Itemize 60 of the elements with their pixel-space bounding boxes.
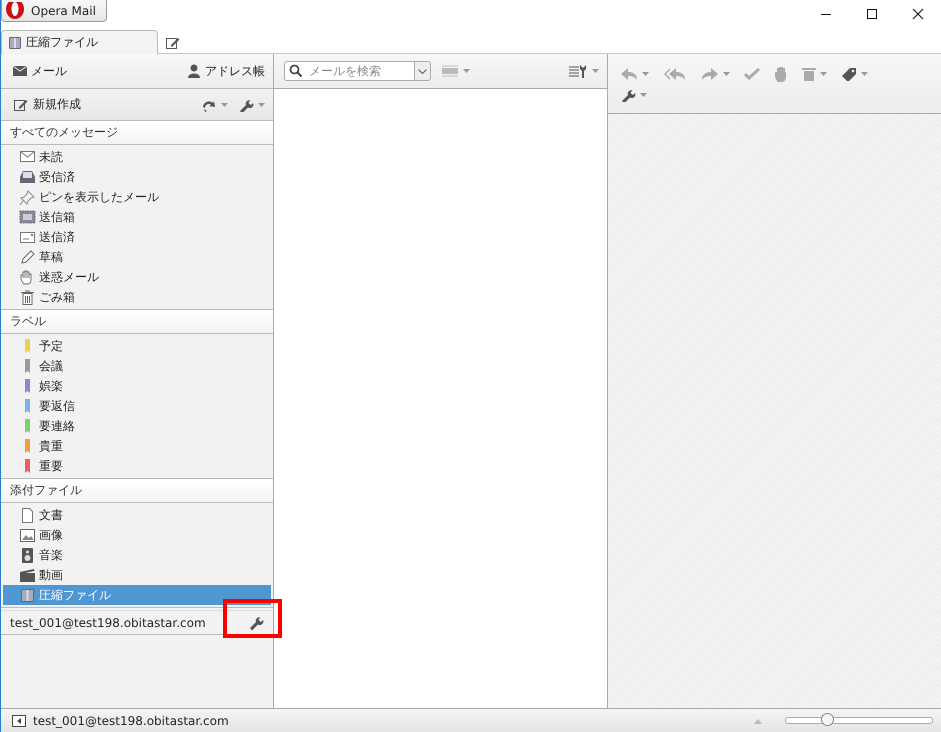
sidebar-item[interactable]: 文書 [3,505,271,525]
layout-icon[interactable] [441,64,470,78]
sidebar-item[interactable]: 会議 [3,356,271,376]
account-label: test_001@test198.obitastar.com [10,616,206,630]
slider-thumb[interactable] [820,713,834,726]
sidebar-item[interactable]: 画像 [3,525,271,545]
panel-toggle-icon[interactable] [11,714,27,728]
image-icon [19,526,36,544]
inbox-icon [19,168,36,186]
mail-button[interactable]: メール [13,62,67,80]
wrench-icon[interactable] [620,88,647,102]
logo-icon [4,2,26,20]
contacts-button[interactable]: アドレス帳 [187,62,265,80]
trash-icon [19,288,36,306]
sidebar-item[interactable]: 要返信 [3,396,271,416]
app-button[interactable]: Opera Mail [1,0,107,22]
sidebar-item[interactable]: 草稿 [3,247,271,267]
checkmark-icon[interactable] [744,66,760,80]
sidebar-item[interactable]: 要連絡 [3,416,271,436]
pin-icon [19,188,36,206]
sidebar-item[interactable]: ピンを表示したメール [3,187,271,207]
archive-icon [19,586,36,604]
speaker-icon [19,546,36,564]
chevron-down-icon [418,68,427,74]
sidebar-item[interactable]: ごみ箱 [3,287,271,307]
sidebar-item[interactable]: 予定 [3,336,271,356]
trash-icon[interactable] [802,66,827,80]
forward-icon[interactable] [701,66,730,80]
section-header: すべてのメッセージ [1,121,273,145]
view-options-icon[interactable] [568,64,599,78]
document-icon [19,506,36,524]
tab[interactable]: 圧縮ファイル [1,30,158,54]
tag-icon[interactable] [841,66,868,80]
search-field[interactable]: メールを検索 [284,61,414,81]
status-account: test_001@test198.obitastar.com [33,714,229,728]
wrench-icon[interactable] [238,98,265,112]
section-header: ラベル [1,310,273,334]
wrench-icon[interactable] [248,614,264,630]
envelope-icon [13,65,27,77]
outbox-icon [19,208,36,226]
sidebar-item[interactable]: 迷惑メール [3,267,271,287]
sidebar-item[interactable]: 未読 [3,147,271,167]
sidebar-item[interactable]: 受信済 [3,167,271,187]
sidebar-item[interactable]: 貴重 [3,436,271,456]
pencil-icon [19,248,36,266]
clapperboard-icon [19,566,36,584]
sidebar-item[interactable]: 送信箱 [3,207,271,227]
sidebar-item[interactable]: 重要 [3,456,271,476]
sidebar-item[interactable]: 娯楽 [3,376,271,396]
dropdown-button[interactable] [414,61,431,81]
reply-icon[interactable] [620,66,649,80]
sidebar-item[interactable]: 送信済 [3,227,271,247]
archive-icon [8,36,22,50]
section-header: 添付ファイル [1,479,273,503]
compose-button[interactable]: 新規作成 [13,96,81,113]
search-icon [289,64,303,78]
scroll-up-icon [753,716,763,724]
sidebar-item[interactable]: 音楽 [3,545,271,565]
sidebar-item[interactable]: 動画 [3,565,271,585]
person-icon [187,64,201,78]
